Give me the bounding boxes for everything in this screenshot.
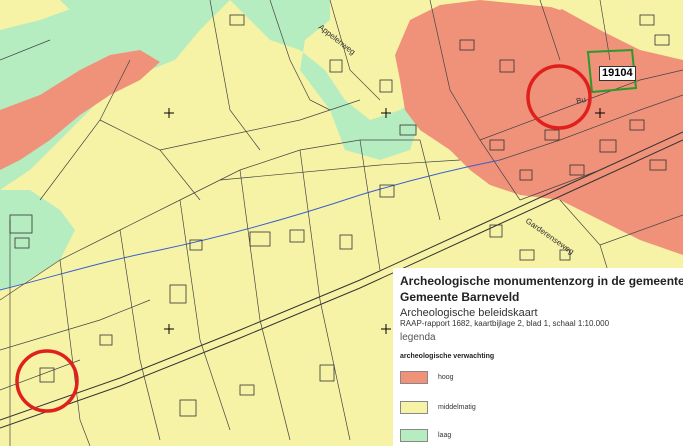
legend-label-low: laag — [438, 432, 452, 439]
legend-label-high: hoog — [438, 374, 454, 381]
legend-map-name: Archeologische beleidskaart — [400, 307, 538, 319]
map-legend: Archeologische monumentenzorg in de geme… — [393, 268, 683, 446]
legend-heading: legenda — [400, 332, 436, 343]
legend-swatch-low — [400, 429, 428, 442]
legend-reference: RAAP-rapport 1682, kaartbijlage 2, blad … — [400, 319, 610, 328]
legend-category: archeologische verwachting — [400, 353, 495, 360]
legend-subtitle-municipality: Gemeente Barneveld — [400, 290, 520, 304]
legend-title: Archeologische monumentenzorg in de geme… — [400, 274, 683, 288]
legend-label-medium: middelmatig — [438, 404, 476, 411]
map-viewer[interactable]: Appelenweg Bu Garderenseweg 19104 Archeo… — [0, 0, 683, 446]
legend-swatch-high — [400, 371, 428, 384]
parcel-label: 19104 — [599, 66, 636, 81]
legend-swatch-medium — [400, 401, 428, 414]
